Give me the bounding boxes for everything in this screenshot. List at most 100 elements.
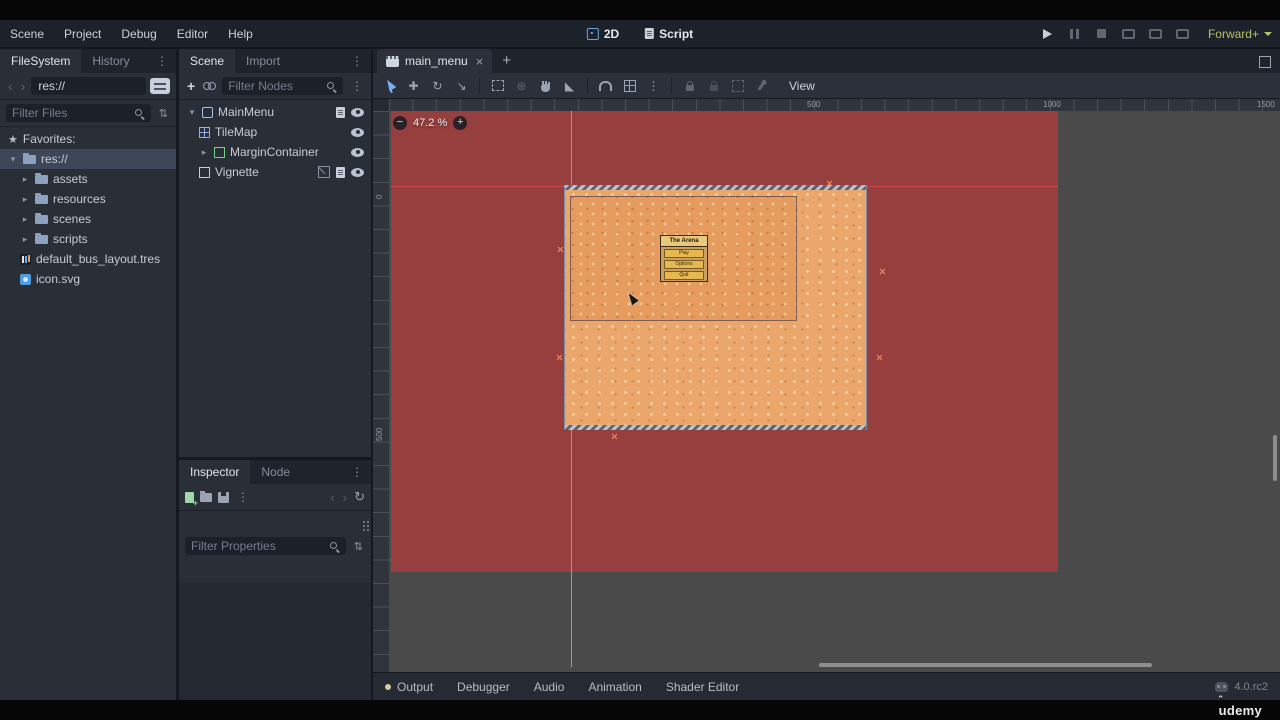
panel-audio-button[interactable]: Audio	[522, 680, 577, 694]
tab-history[interactable]: History	[81, 49, 140, 73]
instance-scene-icon[interactable]	[203, 81, 217, 91]
workspace-2d-button[interactable]: 2D	[586, 27, 619, 41]
visibility-eye-icon[interactable]	[351, 167, 364, 177]
visibility-eye-icon[interactable]	[351, 147, 364, 157]
pause-button[interactable]	[1067, 26, 1083, 42]
display-mode-button[interactable]	[150, 78, 170, 94]
expand-viewport-icon[interactable]	[1259, 56, 1271, 68]
workspace-script-button[interactable]: Script	[645, 27, 693, 41]
panel-animation-button[interactable]: Animation	[576, 680, 653, 694]
panel-output-button[interactable]: Output	[373, 680, 445, 694]
node-tilemap-row[interactable]: TileMap	[179, 122, 371, 142]
menu-editor[interactable]: Editor	[167, 27, 218, 41]
object-history-icon[interactable]: ↻	[354, 489, 365, 505]
play-custom-scene-button[interactable]	[1175, 26, 1191, 42]
pan-tool-button[interactable]	[537, 77, 554, 94]
visibility-eye-icon[interactable]	[351, 107, 364, 117]
load-resource-icon[interactable]	[200, 490, 212, 502]
filter-nodes-input[interactable]: Filter Nodes	[222, 77, 343, 95]
renderer-dropdown[interactable]: Forward+	[1208, 27, 1272, 41]
new-scene-tab-button[interactable]: +	[492, 49, 521, 73]
smart-snap-button[interactable]	[597, 77, 614, 94]
zoom-level[interactable]: 47.2 %	[413, 117, 447, 129]
add-node-button[interactable]: +	[185, 78, 197, 94]
back-icon[interactable]: ‹	[6, 78, 15, 94]
chevron-right-icon[interactable]: ▸	[199, 147, 209, 158]
2d-canvas[interactable]: The Arena Play Options Quit 500 1000 150…	[373, 99, 1280, 672]
visibility-eye-icon[interactable]	[351, 127, 364, 137]
selection-handle[interactable]	[879, 268, 886, 275]
inspector-menu-icon[interactable]: ⋮	[343, 460, 371, 484]
extra-options-icon[interactable]	[363, 521, 365, 523]
lock-node-button[interactable]	[681, 77, 698, 94]
history-back-icon[interactable]: ‹	[329, 490, 335, 505]
menu-project[interactable]: Project	[54, 27, 111, 41]
tab-main-menu-scene[interactable]: main_menu ×	[377, 49, 493, 73]
filesystem-menu-icon[interactable]: ⋮	[148, 49, 176, 73]
chevron-right-icon[interactable]: ▸	[20, 174, 30, 185]
menu-help[interactable]: Help	[218, 27, 263, 41]
file-default-bus-layout-row[interactable]: default_bus_layout.tres	[0, 249, 176, 269]
panel-shader-editor-button[interactable]: Shader Editor	[654, 680, 751, 694]
resource-options-icon[interactable]: ⋮	[235, 485, 251, 509]
unlock-node-button[interactable]	[705, 77, 722, 94]
selection-handle[interactable]	[876, 354, 883, 361]
zoom-in-button[interactable]: +	[453, 116, 468, 130]
vertical-ruler[interactable]: 0 500	[373, 111, 389, 672]
attached-script-icon[interactable]	[336, 106, 345, 118]
shader-material-icon[interactable]	[318, 166, 330, 178]
filter-files-input[interactable]: Filter Files	[6, 104, 151, 122]
rotate-tool-button[interactable]: ↻	[429, 77, 446, 94]
chevron-down-icon[interactable]: ▾	[187, 107, 197, 118]
selection-handle[interactable]	[611, 433, 618, 440]
node-margincontainer-row[interactable]: ▸ MarginContainer	[179, 142, 371, 162]
res-root-row[interactable]: ▾ res://	[0, 149, 176, 169]
tab-scene[interactable]: Scene	[179, 49, 236, 73]
folder-scenes-row[interactable]: ▸ scenes	[0, 209, 176, 229]
node-vignette-row[interactable]: Vignette	[179, 162, 371, 182]
horizontal-ruler[interactable]: 500 1000 1500	[389, 99, 1280, 111]
chevron-right-icon[interactable]: ▸	[20, 214, 30, 225]
scene-tree-menu-icon[interactable]: ⋮	[349, 74, 365, 98]
play-button[interactable]	[1040, 26, 1056, 42]
movie-mode-button[interactable]	[1121, 26, 1137, 42]
property-name-style-icon[interactable]: ⇅	[352, 540, 365, 553]
group-node-button[interactable]	[729, 77, 746, 94]
forward-icon[interactable]: ›	[19, 78, 28, 94]
grid-snap-button[interactable]	[621, 77, 638, 94]
skeleton-options-button[interactable]	[753, 77, 770, 94]
selection-handle[interactable]	[826, 180, 833, 187]
tab-import[interactable]: Import	[235, 49, 291, 73]
new-resource-icon[interactable]	[185, 491, 198, 508]
horizontal-scrollbar[interactable]	[819, 663, 1152, 667]
tab-node[interactable]: Node	[250, 460, 301, 484]
sort-files-icon[interactable]: ⇅	[157, 107, 170, 120]
folder-scripts-row[interactable]: ▸ scripts	[0, 229, 176, 249]
current-path-field[interactable]: res://	[31, 77, 146, 95]
tab-inspector[interactable]: Inspector	[179, 460, 251, 484]
attached-script-icon[interactable]	[336, 166, 345, 178]
list-select-tool-button[interactable]	[489, 77, 506, 94]
vertical-scrollbar[interactable]	[1273, 435, 1277, 481]
move-tool-button[interactable]: ✚	[405, 77, 422, 94]
play-scene-button[interactable]	[1148, 26, 1164, 42]
save-resource-icon[interactable]	[218, 491, 229, 503]
zoom-out-button[interactable]: −	[393, 116, 407, 130]
selection-handle[interactable]	[557, 246, 564, 253]
chevron-right-icon[interactable]: ▸	[20, 234, 30, 245]
file-icon-svg-row[interactable]: icon.svg	[0, 269, 176, 289]
panel-debugger-button[interactable]: Debugger	[445, 680, 522, 694]
folder-assets-row[interactable]: ▸ assets	[0, 169, 176, 189]
chevron-right-icon[interactable]: ▸	[20, 194, 30, 205]
ruler-tool-button[interactable]: ◣	[561, 77, 578, 94]
pivot-tool-button[interactable]: ⊕	[513, 77, 530, 94]
selection-handle[interactable]	[556, 354, 563, 361]
favorites-row[interactable]: ★ Favorites:	[0, 129, 176, 149]
folder-resources-row[interactable]: ▸ resources	[0, 189, 176, 209]
tab-filesystem[interactable]: FileSystem	[0, 49, 82, 73]
view-menu-button[interactable]: View	[789, 79, 815, 93]
game-scene-render[interactable]: The Arena Play Options Quit	[565, 185, 866, 430]
scale-tool-button[interactable]: ↘	[453, 77, 470, 94]
close-icon[interactable]: ×	[476, 54, 484, 69]
select-tool-button[interactable]	[381, 77, 398, 94]
